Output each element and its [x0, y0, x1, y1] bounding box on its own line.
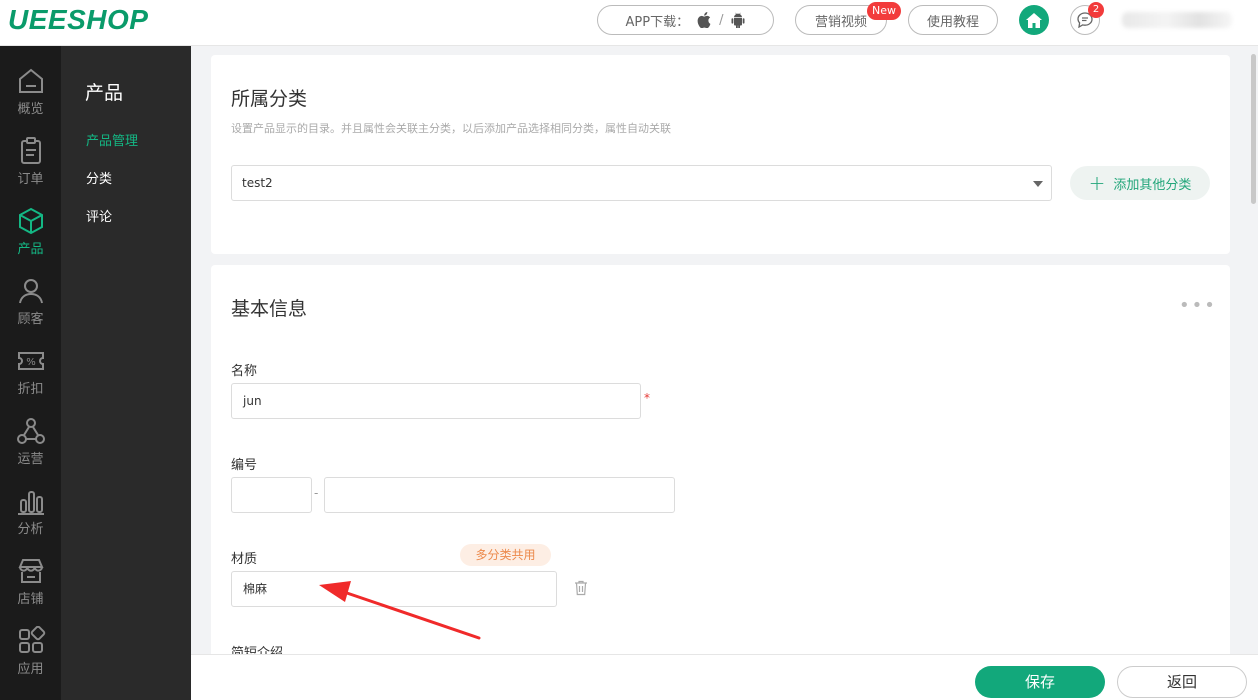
home-button[interactable]: [1019, 5, 1049, 35]
nav-label: 产品: [17, 242, 44, 257]
chevron-down-icon: [1033, 181, 1043, 187]
tutorial-button[interactable]: 使用教程: [908, 5, 998, 35]
sub-nav-item-category[interactable]: 分类: [86, 168, 112, 187]
app-download-pill[interactable]: APP下载： /: [597, 5, 774, 35]
new-badge: New: [867, 2, 901, 20]
nav-label: 应用: [17, 662, 44, 677]
nav-label: 分析: [17, 522, 44, 537]
android-icon[interactable]: [731, 12, 745, 28]
scroll-thumb[interactable]: [1251, 54, 1256, 204]
nav-item-discounts[interactable]: % 折扣: [0, 346, 61, 406]
category-card-title: 所属分类: [231, 88, 308, 110]
nav-item-orders[interactable]: 订单: [0, 136, 61, 196]
user-icon: [18, 279, 43, 304]
nav-label: 订单: [17, 172, 44, 187]
bar-chart-icon: [17, 491, 44, 515]
basic-info-card: 基本信息 ••• 名称 jun * 编号 - 材质 多分类共用 棉麻 简短介绍: [211, 265, 1230, 654]
code-label: 编号: [231, 458, 258, 473]
nav-item-products[interactable]: 产品: [0, 206, 61, 266]
add-category-label: 添加其他分类: [1113, 177, 1192, 193]
cube-icon: [18, 207, 43, 235]
message-count-badge: 2: [1088, 2, 1104, 18]
nav-item-overview[interactable]: 概览: [0, 66, 61, 126]
nav-label: 概览: [17, 102, 44, 117]
nav-item-customers[interactable]: 顾客: [0, 276, 61, 336]
required-mark: *: [644, 391, 650, 405]
apple-icon[interactable]: [697, 12, 711, 28]
logo[interactable]: UEESHOP: [8, 4, 148, 36]
main-scrollbar[interactable]: [1249, 46, 1258, 654]
home-outline-icon: [18, 68, 43, 93]
main-content: 所属分类 设置产品显示的目录。并且属性会关联主分类，以后添加产品选择相同分类，属…: [191, 46, 1258, 654]
nav-item-analytics[interactable]: 分析: [0, 486, 61, 546]
short-intro-label: 简短介绍: [231, 646, 284, 654]
nav-item-operations[interactable]: 运营: [0, 416, 61, 476]
share-nodes-icon: [16, 418, 45, 444]
code-input[interactable]: [324, 477, 675, 513]
app-separator: /: [719, 12, 724, 28]
nav-label: 运营: [17, 452, 44, 467]
save-button[interactable]: 保存: [975, 666, 1105, 698]
percent-ticket-icon: %: [17, 352, 44, 370]
bottom-action-bar: 保存 返回: [191, 654, 1258, 700]
code-separator: -: [314, 486, 319, 500]
basic-info-title: 基本信息: [231, 298, 308, 320]
name-input[interactable]: jun: [231, 383, 641, 419]
clipboard-icon: [20, 137, 41, 164]
nav-label: 顾客: [17, 312, 44, 327]
back-button[interactable]: 返回: [1117, 666, 1247, 698]
category-selected-value: test2: [242, 176, 273, 190]
name-label: 名称: [231, 364, 258, 379]
add-category-button[interactable]: + 添加其他分类: [1070, 166, 1210, 200]
store-icon: [17, 559, 44, 583]
category-description: 设置产品显示的目录。并且属性会关联主分类，以后添加产品选择相同分类，属性自动关联: [231, 122, 671, 135]
nav-label: 店铺: [17, 592, 44, 607]
category-select[interactable]: test2: [231, 165, 1052, 201]
apps-icon: [18, 626, 45, 653]
nav-item-store[interactable]: 店铺: [0, 556, 61, 616]
plus-icon: +: [1088, 171, 1106, 195]
nav-label: 折扣: [17, 382, 44, 397]
sub-nav-item-reviews[interactable]: 评论: [86, 206, 112, 225]
app-download-label: APP下载：: [625, 14, 690, 30]
trash-icon[interactable]: [574, 580, 588, 596]
sub-nav-item-product-management[interactable]: 产品管理: [86, 130, 138, 149]
shared-attribute-badge: 多分类共用: [460, 544, 551, 566]
top-bar: UEESHOP APP下载： / 营销视频 New 使用教程 2: [0, 0, 1258, 46]
home-icon: [1026, 12, 1042, 28]
sub-nav-title: 产品: [85, 82, 124, 104]
sub-nav: 产品 产品管理 分类 评论: [61, 46, 191, 700]
svg-text:%: %: [26, 357, 36, 368]
user-account[interactable]: [1122, 12, 1232, 28]
category-card: 所属分类 设置产品显示的目录。并且属性会关联主分类，以后添加产品选择相同分类，属…: [211, 55, 1230, 254]
code-prefix-input[interactable]: [231, 477, 312, 513]
nav-item-apps[interactable]: 应用: [0, 626, 61, 686]
material-label: 材质: [231, 552, 258, 567]
more-options-icon[interactable]: •••: [1179, 295, 1217, 316]
main-nav: 概览 订单 产品 顾客 % 折扣 运营 分析 店铺 应用: [0, 46, 61, 700]
material-input[interactable]: 棉麻: [231, 571, 557, 607]
